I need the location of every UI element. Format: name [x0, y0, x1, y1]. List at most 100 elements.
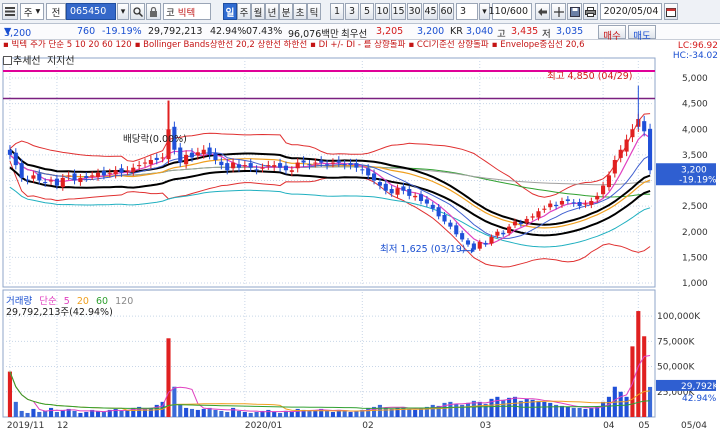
menu-icon[interactable]	[2, 3, 18, 20]
volume-bar[interactable]	[178, 404, 183, 417]
candle-body[interactable]	[137, 165, 142, 167]
candle-body[interactable]	[43, 182, 48, 184]
interval-5-button[interactable]: 5	[360, 3, 374, 20]
candle-body[interactable]	[336, 160, 341, 163]
candle-body[interactable]	[195, 152, 200, 156]
search-icon[interactable]	[130, 3, 145, 20]
candle-body[interactable]	[272, 165, 277, 167]
support-line-label[interactable]: 지지선	[47, 56, 75, 67]
candle-body[interactable]	[648, 128, 653, 171]
indicator-item[interactable]: ▪ Envelope중심선 20,6	[492, 40, 585, 50]
candle-body[interactable]	[424, 199, 429, 204]
volume-bar[interactable]	[354, 410, 359, 417]
zoom-icon[interactable]	[535, 3, 550, 20]
indicator-item[interactable]: ▪ CCI기준선 상향돌파	[408, 40, 488, 50]
candle-body[interactable]	[101, 170, 106, 176]
candle-body[interactable]	[577, 201, 582, 207]
volume-bar[interactable]	[577, 407, 582, 417]
candle-body[interactable]	[518, 222, 523, 225]
volume-bar[interactable]	[618, 391, 623, 417]
volume-bar[interactable]	[512, 396, 518, 417]
candle-body[interactable]	[554, 204, 559, 207]
candle-body[interactable]	[330, 162, 335, 164]
candle-body[interactable]	[119, 168, 124, 173]
chart-canvas[interactable]: 5,0004,5004,0003,5003,0002,5002,0001,500…	[0, 40, 720, 431]
checkbox-icon[interactable]	[3, 56, 12, 65]
volume-bar[interactable]	[189, 408, 195, 417]
period-year-button[interactable]: 년	[265, 3, 279, 20]
volume-bar[interactable]	[536, 400, 541, 417]
volume-bar[interactable]	[213, 409, 218, 417]
candle-body[interactable]	[48, 180, 54, 182]
candle-body[interactable]	[107, 172, 112, 174]
candle-body[interactable]	[248, 163, 253, 168]
volume-bar[interactable]	[25, 412, 30, 417]
candle-body[interactable]	[231, 162, 236, 169]
candle-body[interactable]	[371, 173, 377, 181]
candle-body[interactable]	[477, 242, 482, 249]
volume-bar[interactable]	[342, 410, 347, 417]
candle-body[interactable]	[407, 189, 412, 196]
volume-bar[interactable]	[559, 405, 565, 417]
interval-15-button[interactable]: 15	[391, 3, 406, 20]
volume-bar[interactable]	[501, 399, 506, 417]
candle-body[interactable]	[465, 240, 471, 245]
candle-body[interactable]	[559, 201, 565, 205]
candle-body[interactable]	[530, 216, 535, 218]
candle-body[interactable]	[448, 222, 453, 227]
volume-bar[interactable]	[348, 411, 353, 417]
count-input[interactable]: 110/600	[489, 3, 532, 20]
volume-bar[interactable]	[583, 408, 588, 417]
candle-body[interactable]	[624, 139, 629, 152]
candle-body[interactable]	[160, 157, 165, 159]
candle-body[interactable]	[495, 231, 500, 236]
candle-body[interactable]	[524, 218, 529, 223]
volume-bar[interactable]	[31, 408, 36, 417]
date-input[interactable]: 2020/05/04	[600, 3, 662, 20]
candle-body[interactable]	[401, 186, 406, 191]
candle-body[interactable]	[37, 173, 42, 181]
volume-bar[interactable]	[413, 409, 418, 417]
volume-bar[interactable]	[601, 401, 606, 417]
sell-button[interactable]: 매도	[628, 25, 656, 42]
candle-body[interactable]	[7, 149, 12, 155]
volume-bar[interactable]	[325, 410, 330, 417]
volume-bar[interactable]	[383, 407, 388, 417]
candle-body[interactable]	[612, 160, 617, 174]
crosshair-icon[interactable]	[551, 3, 566, 20]
volume-bar[interactable]	[225, 411, 230, 417]
volume-bar[interactable]	[266, 409, 271, 417]
candle-body[interactable]	[60, 177, 65, 188]
chevron-down-icon[interactable]: ▾	[117, 3, 129, 20]
candle-body[interactable]	[630, 129, 635, 138]
volume-bar[interactable]	[307, 410, 312, 417]
candle-body[interactable]	[84, 176, 89, 178]
volume-bar[interactable]	[589, 407, 594, 417]
candle-body[interactable]	[583, 203, 588, 205]
candle-body[interactable]	[219, 161, 224, 166]
candle-body[interactable]	[595, 195, 600, 200]
volume-bar[interactable]	[19, 410, 24, 417]
buy-button[interactable]: 매수	[598, 25, 626, 42]
indicator-item[interactable]: 주가 단순 5 10 20 60 120	[30, 40, 132, 50]
candle-body[interactable]	[54, 178, 59, 186]
volume-bar[interactable]	[184, 407, 189, 417]
interval-3-button[interactable]: 3	[345, 3, 359, 20]
candle-body[interactable]	[325, 164, 330, 166]
candle-body[interactable]	[78, 177, 83, 183]
volume-bar[interactable]	[630, 346, 635, 417]
candle-body[interactable]	[13, 152, 18, 166]
period-day-button[interactable]: 일	[223, 3, 237, 20]
volume-bar[interactable]	[119, 410, 124, 417]
candle-body[interactable]	[225, 163, 230, 171]
candle-body[interactable]	[213, 152, 218, 160]
volume-bar[interactable]	[84, 411, 89, 417]
save-icon[interactable]	[567, 3, 582, 20]
volume-bar[interactable]	[172, 386, 177, 417]
candle-body[interactable]	[389, 189, 394, 194]
candle-body[interactable]	[454, 225, 459, 235]
candle-body[interactable]	[395, 188, 400, 195]
volume-bar[interactable]	[48, 407, 54, 417]
volume-bar[interactable]	[101, 411, 106, 417]
volume-bar[interactable]	[548, 402, 553, 417]
